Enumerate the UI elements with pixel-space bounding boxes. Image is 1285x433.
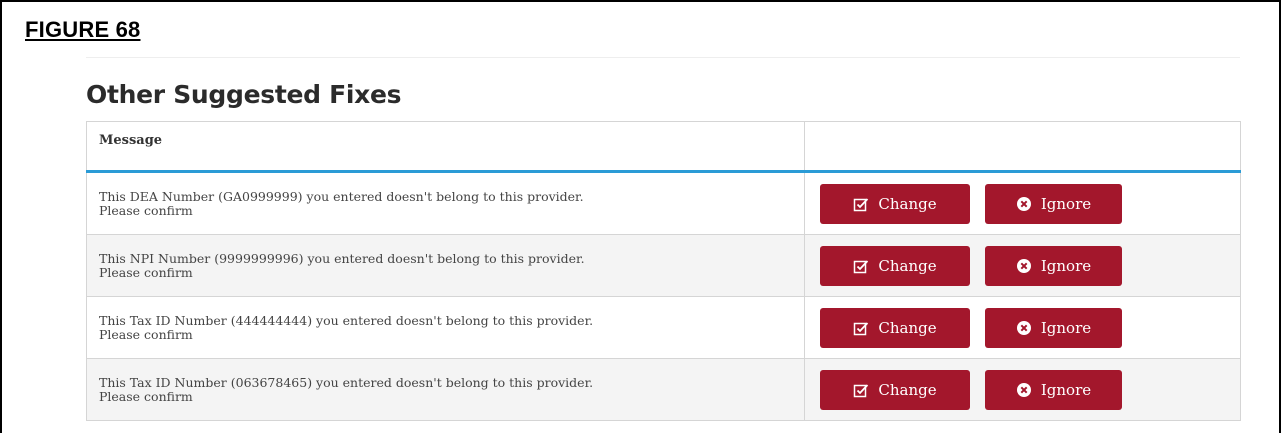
times-circle-icon bbox=[1016, 382, 1032, 398]
message-cell: This Tax ID Number (444444444) you enter… bbox=[86, 296, 805, 359]
times-circle-icon bbox=[1016, 196, 1032, 212]
edit-check-icon bbox=[853, 258, 869, 274]
times-circle-icon bbox=[1016, 320, 1032, 336]
suggested-fixes-table: Message This DEA Number (GA0999999) you … bbox=[86, 121, 1241, 421]
message-text: This Tax ID Number (063678465) you enter… bbox=[99, 374, 594, 404]
section-title: Other Suggested Fixes bbox=[86, 80, 402, 109]
table-row: This NPI Number (9999999996) you entered… bbox=[86, 234, 1241, 297]
times-circle-icon bbox=[1016, 258, 1032, 274]
ignore-button[interactable]: Ignore bbox=[985, 245, 1122, 286]
ignore-button-label: Ignore bbox=[1040, 318, 1092, 337]
figure-label: FIGURE 68 bbox=[25, 17, 141, 42]
message-cell: This Tax ID Number (063678465) you enter… bbox=[86, 358, 805, 421]
table-header-row: Message bbox=[86, 121, 1241, 173]
actions-cell: Change Ignore bbox=[804, 234, 1241, 297]
actions-cell: Change Ignore bbox=[804, 358, 1241, 421]
message-cell: This DEA Number (GA0999999) you entered … bbox=[86, 171, 805, 235]
table-row: This Tax ID Number (063678465) you enter… bbox=[86, 358, 1241, 421]
edit-check-icon bbox=[853, 196, 869, 212]
change-button-label: Change bbox=[878, 380, 937, 399]
message-cell: This NPI Number (9999999996) you entered… bbox=[86, 234, 805, 297]
ignore-button[interactable]: Ignore bbox=[985, 307, 1122, 348]
ignore-button-label: Ignore bbox=[1040, 380, 1092, 399]
change-button[interactable]: Change bbox=[820, 183, 970, 224]
actions-cell: Change Ignore bbox=[804, 171, 1241, 235]
change-button[interactable]: Change bbox=[820, 245, 970, 286]
change-button[interactable]: Change bbox=[820, 307, 970, 348]
ignore-button[interactable]: Ignore bbox=[985, 369, 1122, 410]
column-header-actions bbox=[804, 121, 1241, 173]
ignore-button-label: Ignore bbox=[1040, 194, 1092, 213]
actions-cell: Change Ignore bbox=[804, 296, 1241, 359]
change-button-label: Change bbox=[878, 318, 937, 337]
divider bbox=[86, 57, 1240, 58]
ignore-button[interactable]: Ignore bbox=[985, 183, 1122, 224]
message-text: This Tax ID Number (444444444) you enter… bbox=[99, 312, 594, 342]
edit-check-icon bbox=[853, 382, 869, 398]
message-text: This DEA Number (GA0999999) you entered … bbox=[99, 188, 584, 218]
ignore-button-label: Ignore bbox=[1040, 256, 1092, 275]
table-row: This Tax ID Number (444444444) you enter… bbox=[86, 296, 1241, 359]
change-button-label: Change bbox=[878, 256, 937, 275]
table-row: This DEA Number (GA0999999) you entered … bbox=[86, 171, 1241, 235]
change-button[interactable]: Change bbox=[820, 369, 970, 410]
change-button-label: Change bbox=[878, 194, 937, 213]
edit-check-icon bbox=[853, 320, 869, 336]
column-header-message: Message bbox=[86, 121, 805, 173]
message-text: This NPI Number (9999999996) you entered… bbox=[99, 250, 585, 280]
